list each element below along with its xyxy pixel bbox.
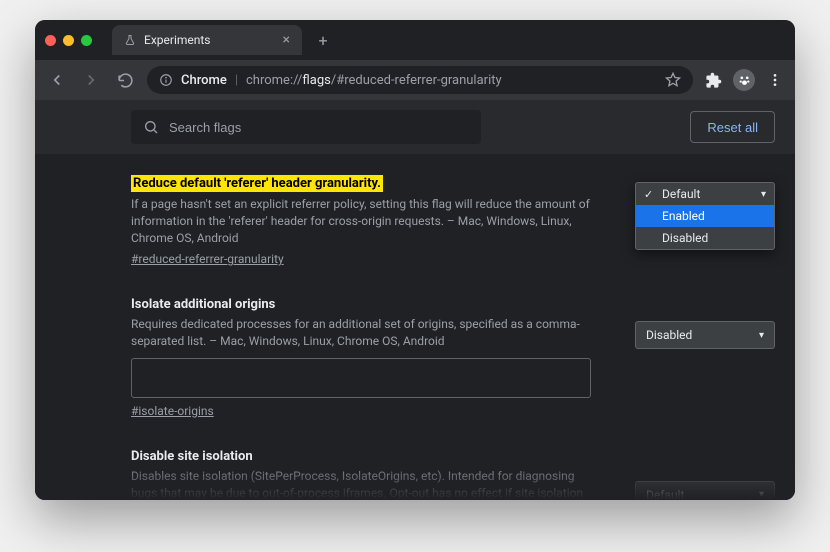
close-window-button[interactable] — [45, 35, 56, 46]
flag-dropdown-open: ✓ Default ▾ Enabled Disabled — [635, 182, 775, 250]
bookmark-star-icon[interactable] — [665, 72, 681, 88]
flag-description: Disables site isolation (SitePerProcess,… — [131, 468, 591, 500]
browser-tab[interactable]: Experiments × — [112, 25, 302, 55]
minimize-window-button[interactable] — [63, 35, 74, 46]
url-separator: | — [235, 73, 238, 88]
flag-title: Reduce default 'referer' header granular… — [131, 175, 383, 192]
dropdown-option-default[interactable]: ✓ Default ▾ — [636, 183, 774, 205]
site-info-icon[interactable] — [159, 73, 173, 87]
flag-title: Isolate additional origins — [131, 297, 275, 312]
check-icon: ✓ — [644, 188, 656, 201]
flag-anchor-link[interactable]: #reduced-referrer-granularity — [131, 252, 284, 266]
search-flags-box[interactable] — [131, 110, 481, 144]
flag-select[interactable]: Default ▾ — [635, 481, 775, 500]
reload-button[interactable] — [113, 68, 137, 92]
dropdown-option-disabled[interactable]: Disabled — [636, 227, 774, 249]
extensions-puzzle-icon[interactable] — [703, 70, 723, 90]
flask-icon — [124, 34, 136, 46]
tab-strip: Experiments × + — [35, 20, 795, 60]
flag-item: Isolate additional origins Requires dedi… — [131, 293, 775, 419]
new-tab-button[interactable]: + — [310, 27, 336, 53]
profile-avatar[interactable] — [733, 69, 755, 91]
flag-title: Disable site isolation — [131, 449, 253, 464]
search-input[interactable] — [169, 120, 469, 135]
dropdown-option-enabled[interactable]: Enabled — [636, 205, 774, 227]
flag-item: Disable site isolation Disables site iso… — [131, 445, 775, 500]
menu-dots-icon[interactable] — [765, 70, 785, 90]
flag-anchor-link[interactable]: #isolate-origins — [131, 404, 214, 418]
extension-icons — [703, 69, 785, 91]
reset-all-button[interactable]: Reset all — [690, 111, 775, 143]
isolate-origins-input[interactable] — [131, 358, 591, 398]
window-controls — [45, 35, 92, 46]
page-content: Reset all Reduce default 'referer' heade… — [35, 100, 795, 500]
flags-topbar: Reset all — [35, 100, 795, 154]
chevron-down-icon: ▾ — [759, 330, 764, 341]
flags-list: Reduce default 'referer' header granular… — [35, 154, 795, 500]
flag-item: Reduce default 'referer' header granular… — [131, 172, 775, 267]
address-bar[interactable]: Chrome | chrome://flags/#reduced-referre… — [147, 66, 693, 94]
browser-window: Experiments × + Chrome | chrome://flags/… — [35, 20, 795, 500]
back-button[interactable] — [45, 68, 69, 92]
flag-description: If a page hasn't set an explicit referre… — [131, 196, 591, 246]
forward-button[interactable] — [79, 68, 103, 92]
chevron-down-icon: ▾ — [761, 189, 766, 200]
url-text: chrome://flags/#reduced-referrer-granula… — [246, 73, 502, 88]
toolbar: Chrome | chrome://flags/#reduced-referre… — [35, 60, 795, 100]
search-icon — [143, 119, 159, 135]
tab-title: Experiments — [144, 33, 211, 47]
flag-description: Requires dedicated processes for an addi… — [131, 316, 591, 350]
flag-select[interactable]: Disabled ▾ — [635, 321, 775, 349]
maximize-window-button[interactable] — [81, 35, 92, 46]
url-chip: Chrome — [181, 73, 227, 88]
close-tab-icon[interactable]: × — [283, 32, 290, 48]
chevron-down-icon: ▾ — [759, 489, 764, 500]
